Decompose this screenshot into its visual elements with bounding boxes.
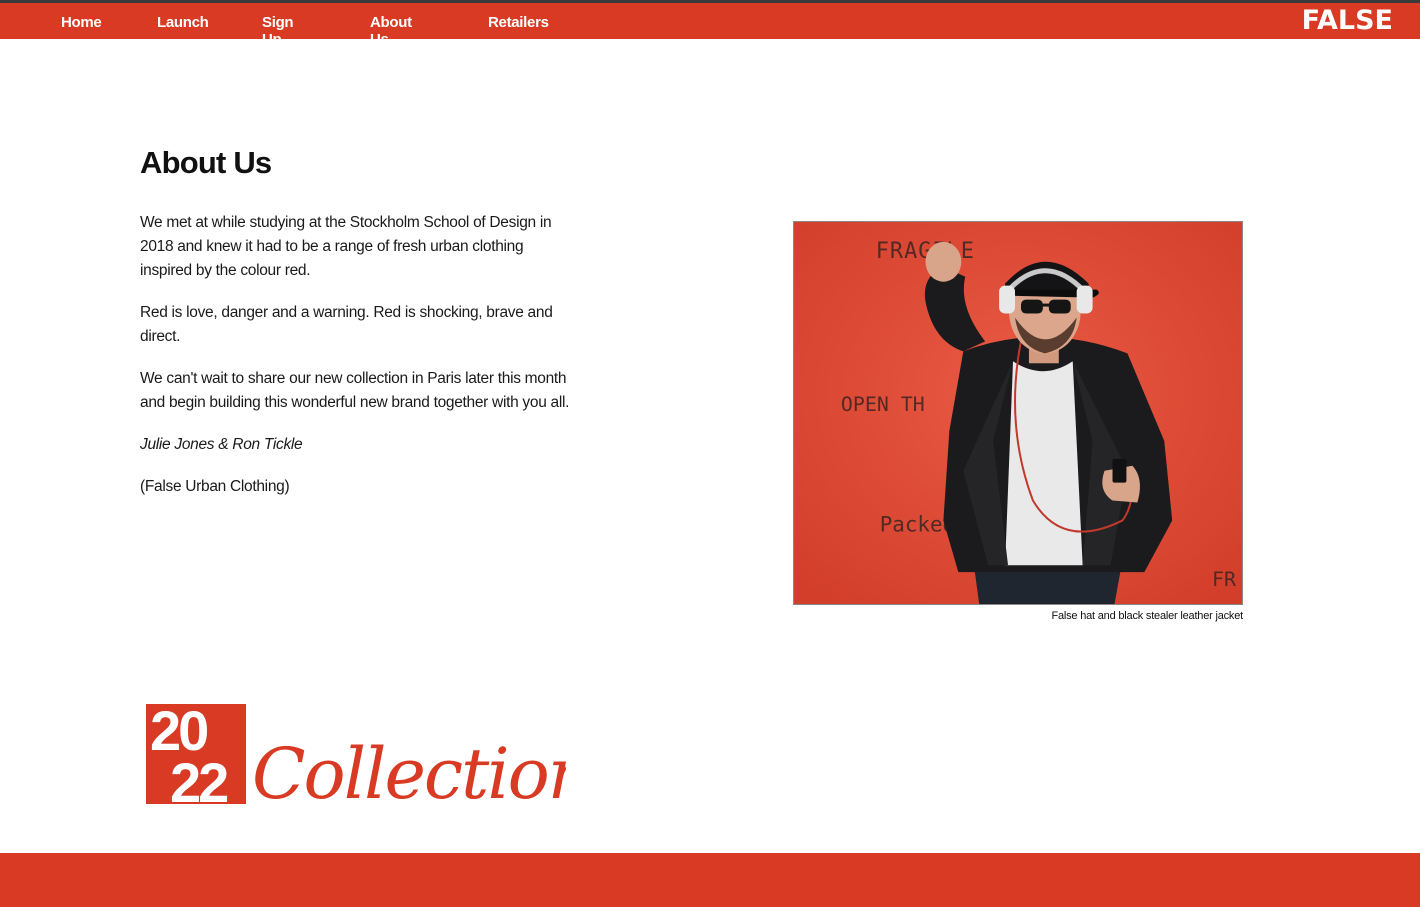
about-paragraph-1: We met at while studying at the Stockhol… <box>140 214 552 279</box>
about-paragraph-3: We can't wait to share our new collectio… <box>140 370 570 411</box>
nav-link-home[interactable]: Home <box>61 14 102 31</box>
logo-year-bottom: 22 <box>170 751 227 808</box>
nav-link-launch[interactable]: Launch <box>157 14 209 31</box>
stencil-open: OPEN TH <box>841 393 925 416</box>
page-title: About Us <box>140 145 272 180</box>
brand-logo[interactable]: FALSE <box>1302 6 1393 36</box>
nav-link-sign-up[interactable]: Sign Up <box>262 14 294 48</box>
company-name: (False Urban Clothing) <box>140 478 290 495</box>
top-navbar: Home Launch Sign Up About Us Retailers F… <box>0 3 1420 48</box>
about-text: We met at while studying at the Stockhol… <box>140 211 570 517</box>
product-figure: FRAGILE OPEN TH Packed FR False hat and … <box>793 221 1243 622</box>
model-photo: FRAGILE OPEN TH Packed FR <box>793 221 1243 605</box>
nav-link-about-us[interactable]: About Us <box>370 14 412 48</box>
founders-signature: Julie Jones & Ron Tickle <box>140 436 303 453</box>
photo-caption: False hat and black stealer leather jack… <box>1051 610 1243 622</box>
footer-bar <box>0 853 1420 907</box>
about-paragraph-2: Red is love, danger and a warning. Red i… <box>140 304 553 345</box>
nav-link-retailers[interactable]: Retailers <box>488 14 549 31</box>
collection-logo-graphic: 20 22 Collection <box>146 699 593 815</box>
logo-collection-word: Collection <box>252 733 566 808</box>
collection-2022-logo: 20 22 Collection <box>146 699 593 815</box>
stencil-fr: FR <box>1212 568 1236 591</box>
